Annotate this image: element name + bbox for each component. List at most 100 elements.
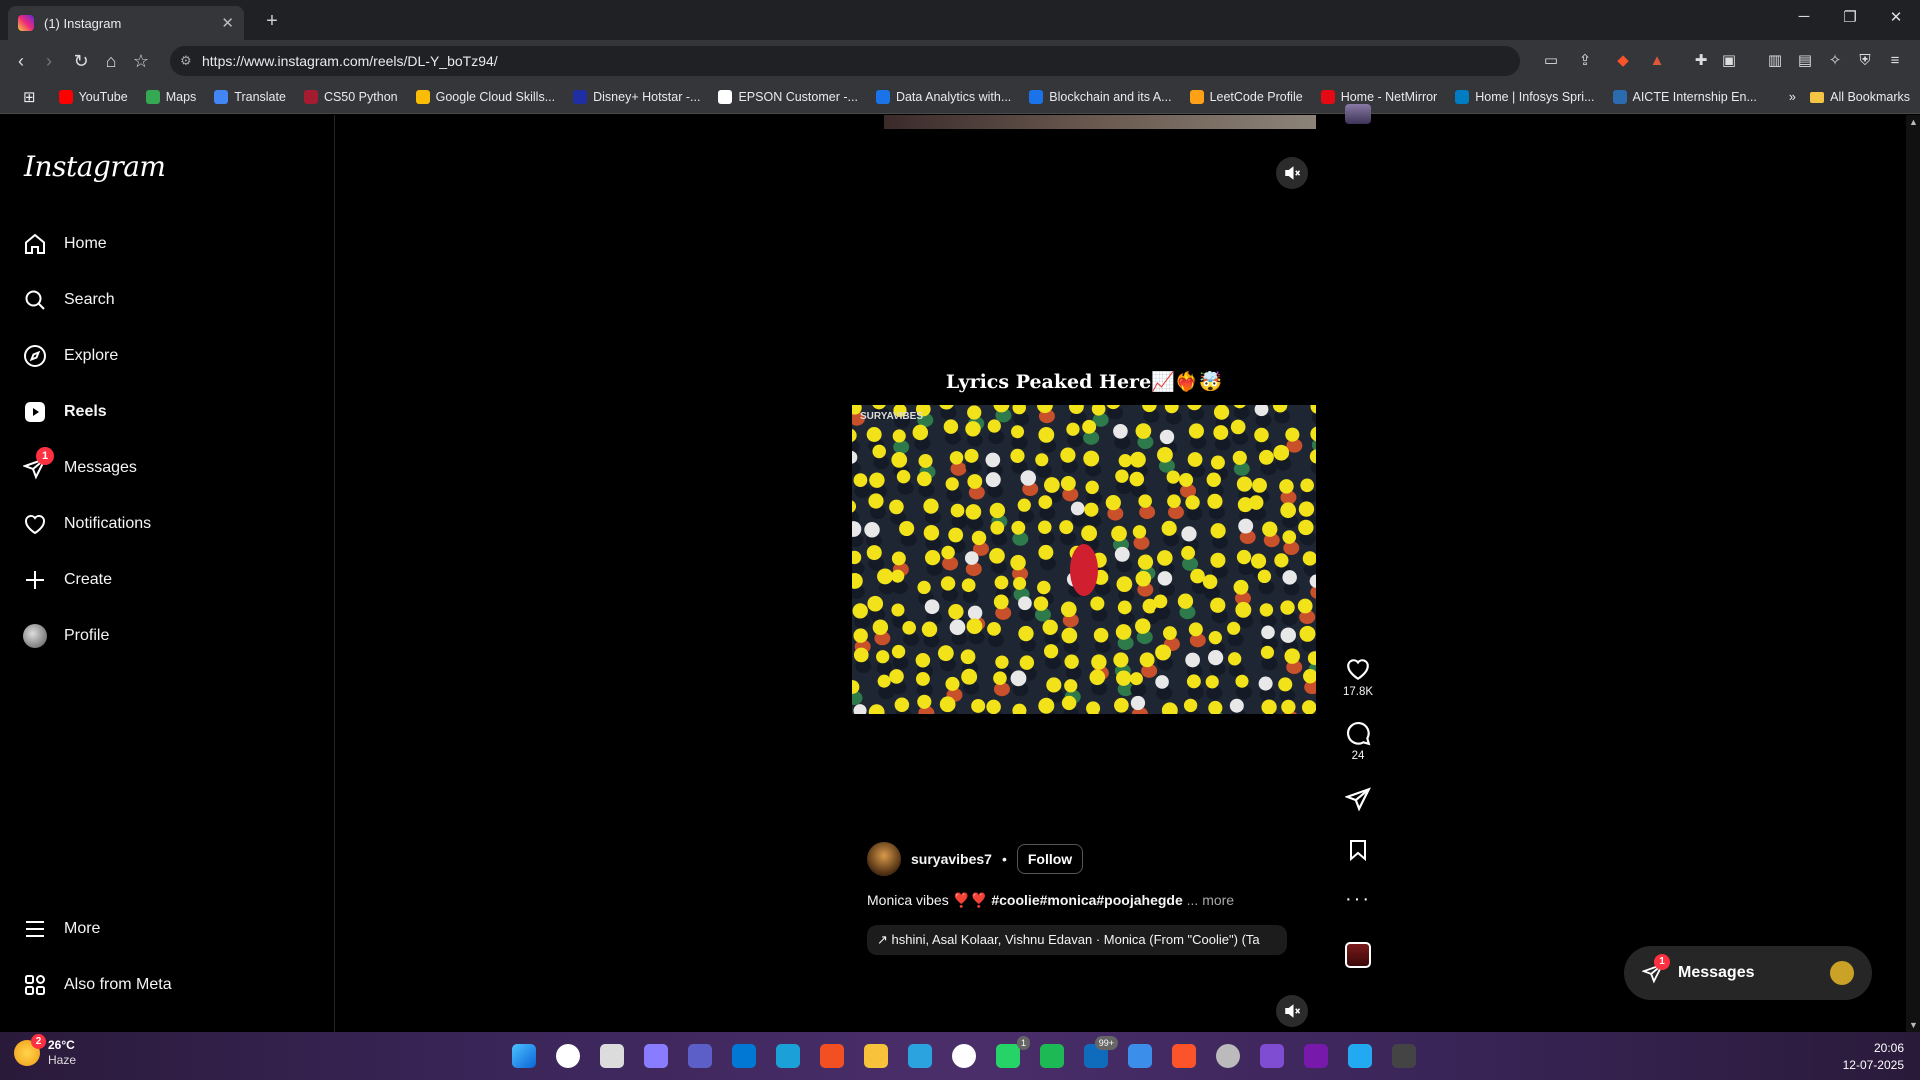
address-bar[interactable]: ⚙ https://www.instagram.com/reels/DL-Y_b… [170,46,1520,76]
weather-widget[interactable]: 2 26°C Haze [14,1034,76,1068]
nav-notifications[interactable]: Notifications [22,500,151,548]
author-avatar[interactable] [867,842,901,876]
nav-explore[interactable]: Explore [22,332,118,380]
bookmark-item[interactable]: Data Analytics with... [867,83,1020,111]
comment-count: 24 [1351,750,1365,762]
new-tab-button[interactable]: + [258,8,286,36]
share-button[interactable] [1340,786,1376,816]
scroll-down-icon[interactable]: ▼ [1909,1020,1918,1030]
mute-icon[interactable] [1276,995,1308,1027]
tab-search-icon[interactable]: ▣ [1718,50,1740,72]
bookmark-item[interactable]: Maps [137,83,206,111]
apps-icon[interactable]: ⊞ [14,83,50,111]
bookmark-item[interactable]: EPSON Customer -... [709,83,866,111]
comment-button[interactable]: 24 [1340,720,1376,762]
clock-taskbar-icon[interactable] [1210,1038,1246,1074]
instagram-logo[interactable]: Instagram [24,150,166,183]
bookmarks-overflow-icon[interactable]: » [1780,83,1805,111]
messages-floating-button[interactable]: 1 Messages [1624,946,1872,1000]
browser-menu-icon[interactable]: ≡ [1884,50,1906,72]
tab-close-icon[interactable]: ✕ [221,14,234,32]
page-scrollbar[interactable]: ▲ ▼ [1906,115,1920,1032]
reel-video[interactable] [852,405,1316,714]
scroll-up-icon[interactable]: ▲ [1909,117,1918,127]
onenote-taskbar-icon[interactable] [1298,1038,1334,1074]
sidebar-toggle-icon[interactable]: ▥ [1764,50,1786,72]
caption-more[interactable]: ... more [1183,892,1234,908]
bookmark-item[interactable]: YouTube [50,83,137,111]
media-player-icon [952,1044,976,1068]
all-bookmarks-button[interactable]: All Bookmarks [1810,83,1910,111]
bookmark-item[interactable]: CS50 Python [295,83,407,111]
nav-search[interactable]: Search [22,276,115,324]
more-options-icon[interactable]: ··· [1340,888,1376,911]
wallet-icon[interactable]: ▤ [1794,50,1816,72]
todo-taskbar-icon[interactable] [1122,1038,1158,1074]
bookmark-page-icon[interactable]: ☆ [128,48,154,74]
search-taskbar-icon[interactable] [550,1038,586,1074]
reel-caption[interactable]: Monica vibes ❣️❣️ #coolie#monica#poojahe… [867,892,1234,909]
reload-icon[interactable]: ↻ [68,48,94,74]
vscode-taskbar-icon[interactable] [1342,1038,1378,1074]
affinity-taskbar-icon[interactable] [1254,1038,1290,1074]
copilot-icon [644,1044,668,1068]
previous-audio-thumbnail[interactable] [1345,104,1371,124]
audio-thumbnail[interactable] [1345,942,1371,968]
edge-taskbar-icon[interactable] [770,1038,806,1074]
brave-shields-icon[interactable]: ◆ [1612,50,1634,72]
restore-icon[interactable]: ❐ [1830,8,1870,32]
copilot-taskbar-icon[interactable] [638,1038,674,1074]
save-button[interactable] [1340,838,1376,866]
nav-messages[interactable]: 1 Messages [22,444,137,492]
start-taskbar-icon[interactable] [506,1038,542,1074]
spotify-taskbar-icon[interactable] [1034,1038,1070,1074]
cast-icon[interactable]: ▭ [1540,50,1562,72]
bookmark-item[interactable]: AICTE Internship En... [1604,83,1766,111]
home-browser-icon[interactable]: ⌂ [98,48,124,74]
nav-profile[interactable]: Profile [22,612,109,660]
bookmark-item[interactable]: Disney+ Hotstar -... [564,83,709,111]
nav-also-from-meta[interactable]: Also from Meta [22,961,172,1009]
teams-taskbar-icon[interactable] [682,1038,718,1074]
whatsapp-taskbar-icon[interactable]: 1 [990,1036,1030,1074]
bookmark-item[interactable]: Home - NetMirror [1312,83,1447,111]
follow-button[interactable]: Follow [1016,844,1084,874]
nav-reels[interactable]: Reels [22,388,107,436]
bookmark-item[interactable]: LeetCode Profile [1181,83,1312,111]
store-taskbar-icon[interactable] [726,1038,762,1074]
bookmark-item[interactable]: Home | Infosys Spri... [1446,83,1603,111]
nav-home[interactable]: Home [22,220,107,268]
nav-create[interactable]: Create [22,556,112,604]
file-explorer-taskbar-icon[interactable] [858,1038,894,1074]
browser-tab[interactable]: (1) Instagram ✕ [8,6,244,40]
ms-store-taskbar-icon[interactable] [814,1038,850,1074]
minimize-icon[interactable]: ─ [1784,8,1824,32]
author-username[interactable]: suryavibes7 [911,851,992,867]
caption-hashtags[interactable]: #coolie#monica#poojahegde [991,892,1182,908]
brave-rewards-icon[interactable]: ▲ [1646,50,1668,72]
window-close-icon[interactable]: ✕ [1876,8,1916,32]
bookmark-item[interactable]: Translate [205,83,295,111]
brave-taskbar-icon[interactable] [1166,1038,1202,1074]
share-icon[interactable]: ⇪ [1574,50,1596,72]
bookmark-label: LeetCode Profile [1209,89,1303,104]
system-clock[interactable]: 20:06 12-07-2025 [1843,1040,1904,1074]
forward-icon[interactable]: › [36,48,62,74]
telegram-taskbar-icon[interactable] [902,1038,938,1074]
media-player-taskbar-icon[interactable] [946,1038,982,1074]
mute-icon[interactable] [1276,157,1308,189]
like-button[interactable]: 17.8K [1340,656,1376,698]
extensions-icon[interactable]: ✚ [1690,50,1712,72]
leo-ai-icon[interactable]: ✧ [1824,50,1846,72]
messages-pill-badge: 1 [1654,954,1670,970]
terminal-taskbar-icon[interactable] [1386,1038,1422,1074]
vpn-icon[interactable]: ⛨ [1854,50,1876,72]
back-icon[interactable]: ‹ [8,48,34,74]
bookmark-item[interactable]: Google Cloud Skills... [407,83,565,111]
site-info-icon[interactable]: ⚙ [180,46,192,76]
bookmark-item[interactable]: Blockchain and its A... [1020,83,1180,111]
task-view-taskbar-icon[interactable] [594,1038,630,1074]
outlook-taskbar-icon[interactable]: 99+ [1078,1036,1118,1074]
nav-more[interactable]: More [22,905,100,953]
audio-track-link[interactable]: ↗ hshini, Asal Kolaar, Vishnu Edavan · M… [867,925,1287,955]
